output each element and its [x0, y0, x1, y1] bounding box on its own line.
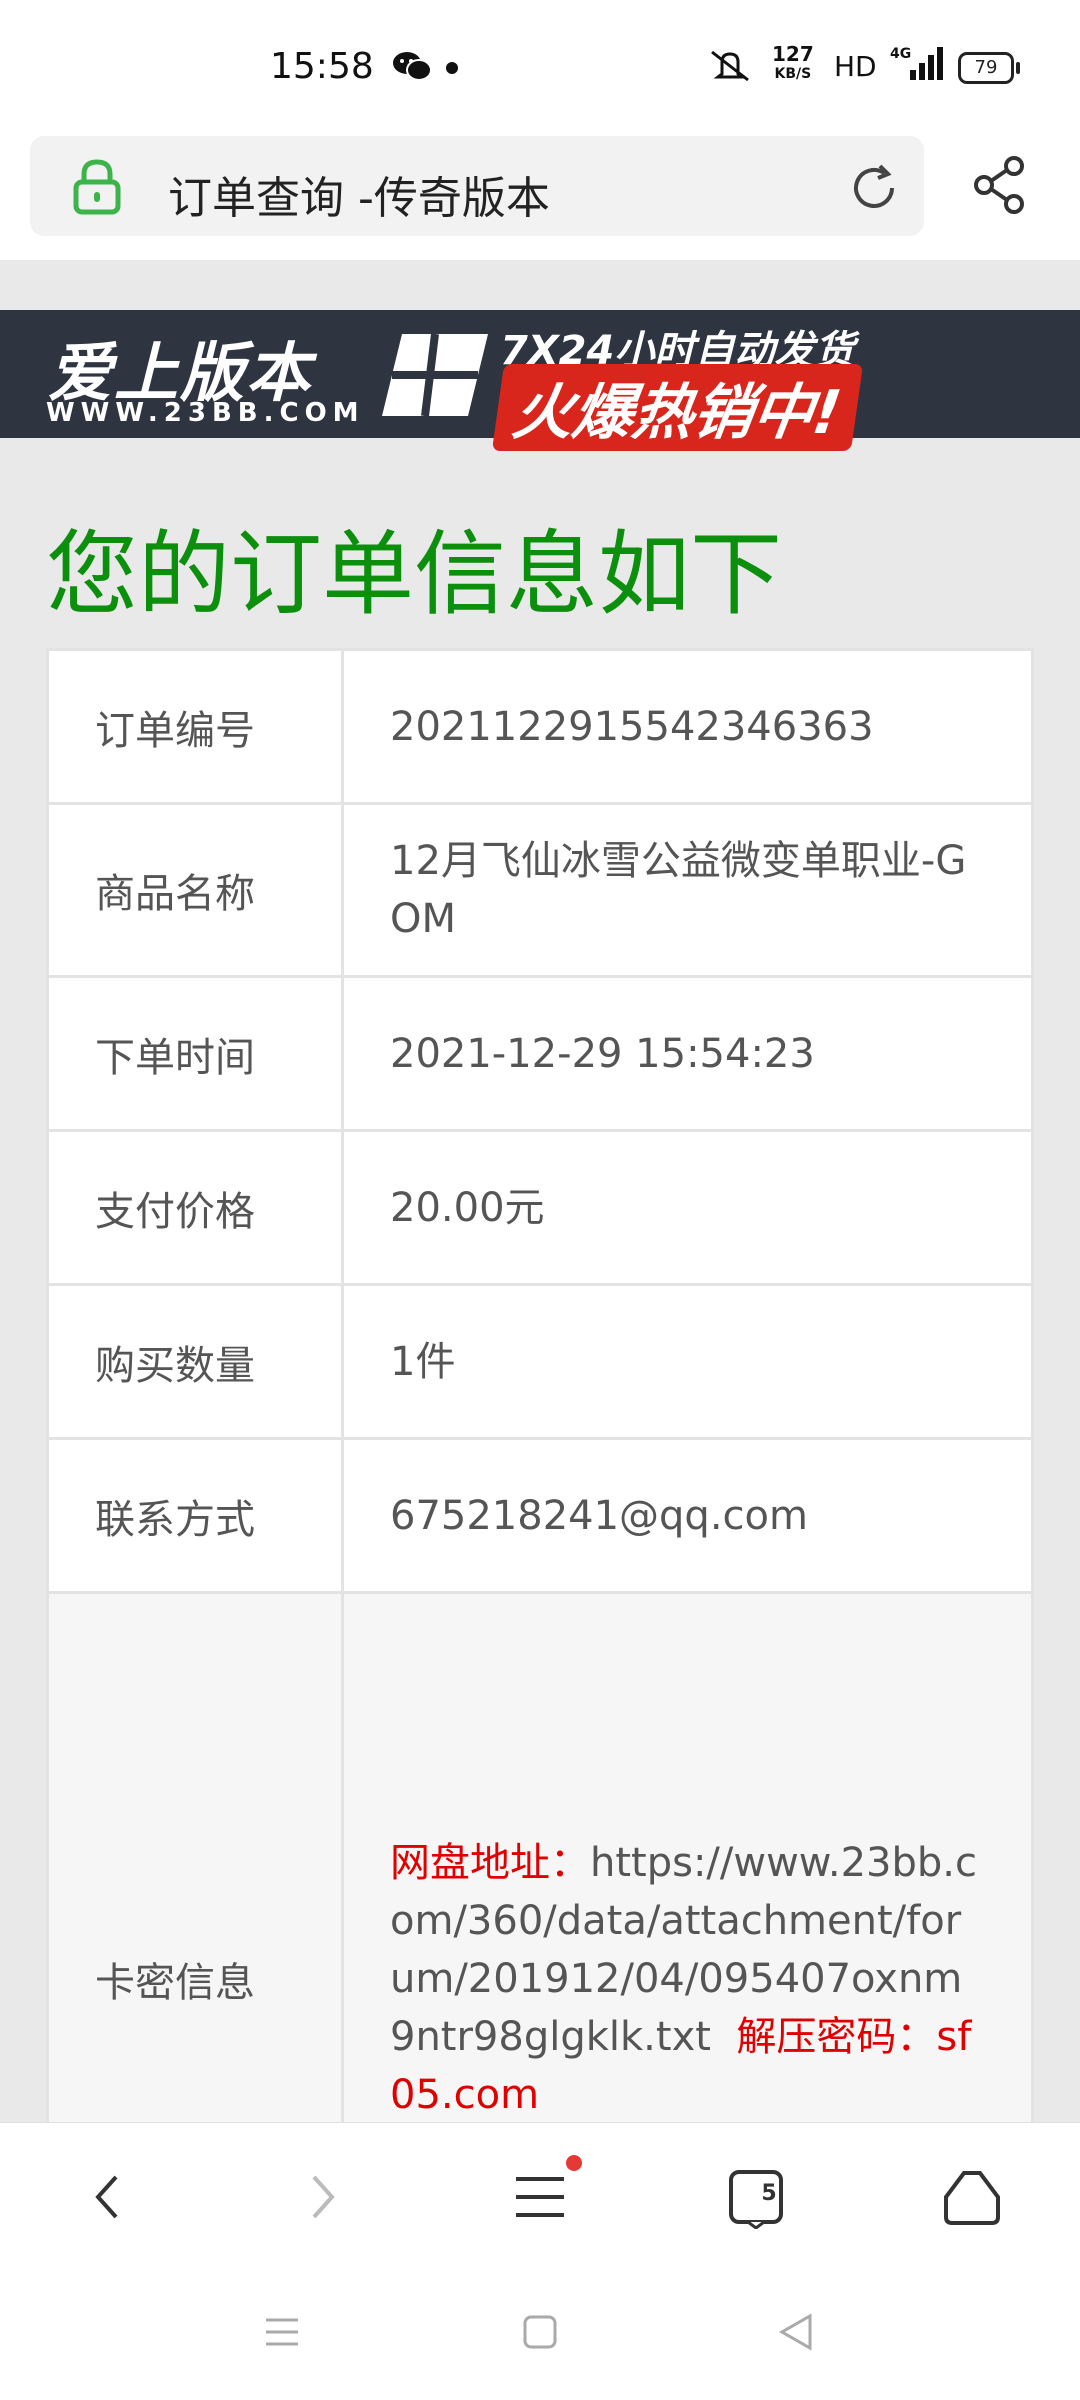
unzip-password-label: 解压密码：	[736, 2014, 937, 2060]
promo-line-2: 火爆热销中!	[491, 364, 864, 451]
home-nav-icon[interactable]	[520, 2312, 560, 2352]
web-content: 爱上版本 WWW.23BB.COM 7X24小时自动发货 火爆热销中! 您的订单…	[0, 260, 1080, 2122]
promo-banner[interactable]: 爱上版本 WWW.23BB.COM 7X24小时自动发货 火爆热销中!	[0, 310, 1080, 451]
status-bar: 15:58 127 KB/S HD 4G 79	[0, 0, 1080, 130]
lock-icon[interactable]	[70, 158, 124, 216]
url-field[interactable]: 订单查询 -传奇版本	[30, 136, 924, 236]
order-no-value: 2021122915542346363	[341, 648, 1034, 805]
recents-icon[interactable]	[262, 2312, 302, 2352]
order-info-table: 订单编号 2021122915542346363 商品名称 12月飞仙冰雪公益微…	[46, 648, 1034, 2122]
card-info-value: 网盘地址：https://www.23bb.com/360/data/attac…	[341, 1591, 1034, 2122]
speed-unit: KB/S	[774, 66, 812, 82]
notification-dot	[446, 62, 458, 74]
system-navigation-bar	[0, 2262, 1080, 2400]
window-logo-icon	[382, 333, 488, 417]
table-row: 下单时间 2021-12-29 15:54:23	[46, 975, 1034, 1132]
back-icon[interactable]	[88, 2167, 128, 2227]
status-time: 15:58	[270, 46, 374, 87]
quantity-label: 购买数量	[46, 1283, 344, 1440]
order-time-value: 2021-12-29 15:54:23	[341, 975, 1034, 1132]
tab-count: 5	[761, 2181, 777, 2206]
speed-value: 127	[772, 42, 814, 66]
menu-icon[interactable]	[510, 2167, 570, 2227]
card-info-label: 卡密信息	[46, 1591, 344, 2122]
contact-value: 675218241@qq.com	[341, 1437, 1034, 1594]
forward-icon[interactable]	[302, 2167, 342, 2227]
price-label: 支付价格	[46, 1129, 344, 1286]
contact-label: 联系方式	[46, 1437, 344, 1594]
table-row: 订单编号 2021122915542346363	[46, 648, 1034, 805]
page-heading: 您的订单信息如下	[46, 521, 783, 628]
product-value: 12月飞仙冰雪公益微变单职业-GOM	[341, 802, 1034, 978]
hd-indicator: HD	[834, 50, 877, 83]
order-time-label: 下单时间	[46, 975, 344, 1132]
wechat-icon	[393, 52, 432, 81]
home-icon[interactable]	[940, 2167, 1004, 2227]
price-value: 20.00元	[341, 1129, 1034, 1286]
menu-badge	[566, 2155, 582, 2171]
reload-icon[interactable]	[846, 160, 902, 216]
mute-icon	[711, 50, 749, 82]
product-label: 商品名称	[46, 802, 344, 978]
order-no-label: 订单编号	[46, 648, 344, 805]
share-icon[interactable]	[970, 154, 1030, 216]
page-title: 订单查询 -传奇版本	[168, 173, 550, 224]
battery-icon: 79	[958, 52, 1020, 84]
table-row: 支付价格 20.00元	[46, 1129, 1034, 1286]
browser-address-bar: 订单查询 -传奇版本	[0, 130, 1080, 260]
table-row: 商品名称 12月飞仙冰雪公益微变单职业-GOM	[46, 802, 1034, 978]
table-row: 联系方式 675218241@qq.com	[46, 1437, 1034, 1594]
quantity-value: 1件	[341, 1283, 1034, 1440]
signal-4g-icon: 4G	[890, 46, 943, 80]
back-nav-icon[interactable]	[776, 2312, 816, 2352]
network-speed: 127 KB/S	[772, 44, 814, 84]
table-row: 购买数量 1件	[46, 1283, 1034, 1440]
brand-url: WWW.23BB.COM	[46, 398, 365, 428]
svg-text:4G: 4G	[890, 46, 911, 62]
download-url-label: 网盘地址：	[390, 1840, 590, 1886]
browser-toolbar: 5	[0, 2122, 1080, 2263]
table-row: 卡密信息 网盘地址：https://www.23bb.com/360/data/…	[46, 1591, 1034, 2122]
